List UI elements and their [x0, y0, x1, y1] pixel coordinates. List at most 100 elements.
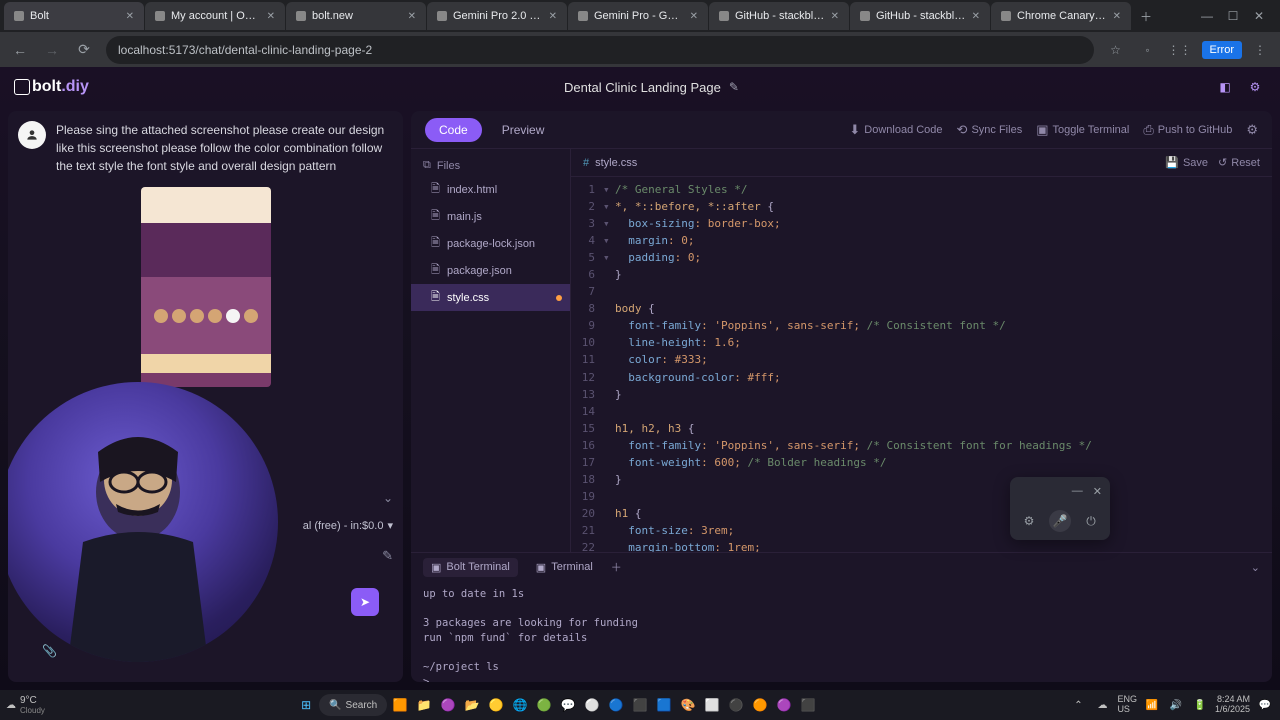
- taskbar-app-11[interactable]: ⬛: [629, 694, 651, 716]
- taskbar-app-12[interactable]: 🟦: [653, 694, 675, 716]
- minimize-button[interactable]: —: [1198, 9, 1216, 23]
- extensions-icon[interactable]: ⋮⋮: [1166, 36, 1194, 64]
- notifications-icon[interactable]: 💬: [1256, 700, 1274, 711]
- taskbar-app-17[interactable]: 🟣: [773, 694, 795, 716]
- weather-widget[interactable]: ☁ 9°C Cloudy: [6, 695, 45, 715]
- browser-tab[interactable]: Gemini Pro - Google De…✕: [568, 2, 708, 30]
- close-tab-icon[interactable]: ✕: [1113, 11, 1121, 22]
- logo[interactable]: bolt.diy: [14, 78, 89, 96]
- app-root: bolt.diy Dental Clinic Landing Page ✎ ◧ …: [0, 67, 1280, 690]
- taskbar-app-1[interactable]: 🟧: [389, 694, 411, 716]
- widget-power-icon[interactable]: ⏻: [1080, 510, 1102, 532]
- bolt-terminal-tab[interactable]: ▣Bolt Terminal: [423, 558, 518, 577]
- taskbar-app-15[interactable]: ⚫: [725, 694, 747, 716]
- taskbar-app-6[interactable]: 🌐: [509, 694, 531, 716]
- clock[interactable]: 8:24 AM 1/6/2025: [1215, 695, 1250, 715]
- start-button[interactable]: ⊞: [295, 694, 317, 716]
- close-tab-icon[interactable]: ✕: [831, 11, 839, 22]
- close-tab-icon[interactable]: ✕: [408, 11, 416, 22]
- push-github-button[interactable]: ⎙Push to GitHub: [1143, 122, 1232, 138]
- file-item[interactable]: 🗎package-lock.json: [411, 230, 570, 257]
- error-badge[interactable]: Error: [1202, 41, 1242, 59]
- volume-icon[interactable]: 🔊: [1167, 700, 1185, 711]
- browser-tab[interactable]: Bolt✕: [4, 2, 144, 30]
- taskbar-app-2[interactable]: 📁: [413, 694, 435, 716]
- browser-tab[interactable]: GitHub - stackblitz-labs/…✕: [850, 2, 990, 30]
- sync-files-button[interactable]: ⟲Sync Files: [957, 122, 1023, 138]
- edit-title-icon[interactable]: ✎: [729, 80, 739, 94]
- profile-icon[interactable]: ◦: [1134, 36, 1162, 64]
- taskbar-app-16[interactable]: 🟠: [749, 694, 771, 716]
- language-indicator[interactable]: ENG US: [1117, 695, 1137, 715]
- send-button[interactable]: ➤: [351, 588, 379, 616]
- taskbar-app-14[interactable]: ⬜: [701, 694, 723, 716]
- widget-gear-icon[interactable]: ⚙: [1018, 510, 1040, 532]
- preview-tab[interactable]: Preview: [488, 118, 559, 142]
- settings-button[interactable]: ⚙: [1246, 122, 1258, 138]
- css-icon: #: [583, 157, 589, 169]
- url-input[interactable]: localhost:5173/chat/dental-clinic-landin…: [106, 36, 1094, 64]
- download-code-button[interactable]: ⬇Download Code: [849, 122, 942, 138]
- taskbar-app-9[interactable]: ⚪: [581, 694, 603, 716]
- taskbar-app-7[interactable]: 🟢: [533, 694, 555, 716]
- browser-tab[interactable]: My account | OpenRouter✕: [145, 2, 285, 30]
- menu-button[interactable]: ⋮: [1246, 36, 1274, 64]
- open-file-tab[interactable]: # style.css: [583, 157, 637, 169]
- close-tab-icon[interactable]: ✕: [972, 11, 980, 22]
- mic-icon[interactable]: 🎤: [1049, 510, 1071, 532]
- attach-button[interactable]: 📎: [42, 644, 57, 658]
- tray-chevron-icon[interactable]: ⌃: [1069, 700, 1087, 711]
- toggle-terminal-button[interactable]: ▣Toggle Terminal: [1036, 122, 1129, 138]
- terminal-panel: ▣Bolt Terminal ▣Terminal ＋ ⌄ up to date …: [411, 552, 1272, 682]
- terminal-tab[interactable]: ▣Terminal: [528, 558, 601, 577]
- widget-minimize-icon[interactable]: —: [1072, 485, 1083, 498]
- taskbar-app-4[interactable]: 📂: [461, 694, 483, 716]
- tray-cloud-icon[interactable]: ☁: [1093, 700, 1111, 711]
- close-tab-icon[interactable]: ✕: [126, 11, 134, 22]
- settings-icon[interactable]: ⚙: [1244, 76, 1266, 98]
- chat-message: Please sing the attached screenshot plea…: [18, 121, 393, 175]
- taskbar-app-18[interactable]: ⬛: [797, 694, 819, 716]
- edit-icon[interactable]: ✎: [382, 548, 393, 564]
- browser-tab[interactable]: GitHub - stackblitz-labs/…✕: [709, 2, 849, 30]
- save-button[interactable]: 💾Save: [1165, 156, 1208, 169]
- model-selector[interactable]: al (free) - in:$0.0 ▾: [303, 519, 393, 532]
- close-button[interactable]: ✕: [1250, 9, 1268, 23]
- maximize-button[interactable]: ☐: [1224, 9, 1242, 23]
- close-tab-icon[interactable]: ✕: [267, 11, 275, 22]
- taskbar-app-13[interactable]: 🎨: [677, 694, 699, 716]
- forward-button[interactable]: →: [38, 36, 66, 64]
- attachment-preview[interactable]: [141, 187, 271, 387]
- reload-button[interactable]: ⟳: [70, 36, 98, 64]
- close-tab-icon[interactable]: ✕: [690, 11, 698, 22]
- recording-widget[interactable]: — ✕ ⚙ 🎤 ⏻: [1010, 477, 1110, 540]
- file-item[interactable]: 🗎package.json: [411, 257, 570, 284]
- export-icon[interactable]: ◧: [1214, 76, 1236, 98]
- browser-tab[interactable]: Gemini Pro 2.0 Experime…✕: [427, 2, 567, 30]
- collapse-icon[interactable]: ⌄: [383, 491, 393, 505]
- taskbar-app-5[interactable]: 🟡: [485, 694, 507, 716]
- taskbar-app-8[interactable]: 💬: [557, 694, 579, 716]
- add-terminal-button[interactable]: ＋: [611, 559, 622, 575]
- taskbar-app-3[interactable]: 🟣: [437, 694, 459, 716]
- taskbar-app-10[interactable]: 🔵: [605, 694, 627, 716]
- widget-close-icon[interactable]: ✕: [1093, 485, 1102, 498]
- file-item[interactable]: 🗎main.js: [411, 203, 570, 230]
- code-editor[interactable]: 1234567891011121314151617181920212223242…: [571, 177, 1272, 552]
- back-button[interactable]: ←: [6, 36, 34, 64]
- browser-tab[interactable]: Chrome Canary features✕: [991, 2, 1131, 30]
- file-item[interactable]: 🗎index.html: [411, 176, 570, 203]
- close-tab-icon[interactable]: ✕: [549, 11, 557, 22]
- file-item[interactable]: 🗎style.css: [411, 284, 570, 311]
- browser-tab[interactable]: bolt.new✕: [286, 2, 426, 30]
- collapse-terminal-icon[interactable]: ⌄: [1251, 561, 1260, 574]
- reset-button[interactable]: ↺Reset: [1218, 156, 1260, 169]
- new-tab-button[interactable]: ＋: [1132, 2, 1160, 30]
- wifi-icon[interactable]: 📶: [1143, 700, 1161, 711]
- battery-icon[interactable]: 🔋: [1191, 700, 1209, 711]
- files-header[interactable]: ⧉ Files: [411, 155, 570, 176]
- code-tab[interactable]: Code: [425, 118, 482, 142]
- terminal-output[interactable]: up to date in 1s 3 packages are looking …: [411, 581, 1272, 682]
- bookmark-icon[interactable]: ☆: [1102, 36, 1130, 64]
- taskbar-search[interactable]: 🔍 Search: [319, 694, 387, 716]
